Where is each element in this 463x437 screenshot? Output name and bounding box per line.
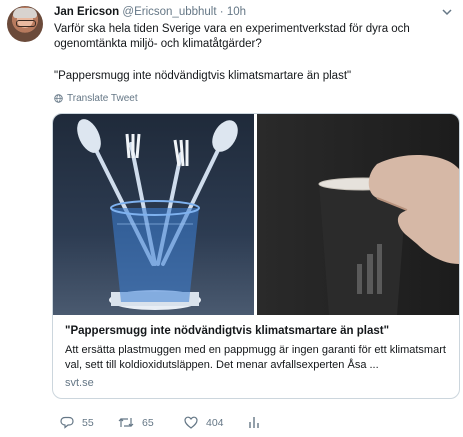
chevron-down-icon[interactable] [441,6,453,18]
card-title: "Pappersmugg inte nödvändigtvis klimatsm… [65,325,390,337]
tweet[interactable]: Jan Ericson @Ericson_ubbhult · 10h Varfö… [0,0,463,437]
link-card[interactable]: "Pappersmugg inte nödvändigtvis klimatsm… [52,113,460,399]
retweet-count: 65 [142,416,154,429]
separator: · [219,6,224,18]
timestamp[interactable]: 10h [227,6,246,18]
card-image-plastic-cutlery [53,114,254,315]
card-description: Att ersätta plastmuggen med en pappmugg … [65,344,446,371]
translate-label: Translate Tweet [67,93,138,104]
author-name[interactable]: Jan Ericson [54,6,119,18]
analytics-button[interactable] [248,416,260,429]
tweet-text-line: ogenomtänkta miljö- och klimatåtgärder? [54,38,262,50]
retweet-button[interactable]: 65 [118,416,154,429]
like-count: 404 [206,416,224,429]
reply-count: 55 [82,416,94,429]
author-handle[interactable]: @Ericson_ubbhult [122,6,216,18]
tweet-actions: 55 65 404 [52,416,352,432]
reply-button[interactable]: 55 [60,416,94,429]
tweet-text-line: Varför ska hela tiden Sverige vara en ex… [54,23,410,35]
retweet-icon [118,418,134,427]
tweet-text: Varför ska hela tiden Sverige vara en ex… [54,22,454,52]
reply-icon [60,416,74,429]
tweet-header: Jan Ericson @Ericson_ubbhult · 10h [54,6,246,18]
tweet-quote-text: "Pappersmugg inte nödvändigtvis klimatsm… [54,70,352,82]
card-domain: svt.se [65,377,94,389]
heart-icon [184,416,198,429]
like-button[interactable]: 404 [184,416,224,429]
card-image-paper-cup [257,114,459,315]
globe-icon [54,94,63,103]
avatar[interactable] [7,6,43,42]
translate-tweet-link[interactable]: Translate Tweet [54,93,138,104]
analytics-icon [249,417,259,428]
